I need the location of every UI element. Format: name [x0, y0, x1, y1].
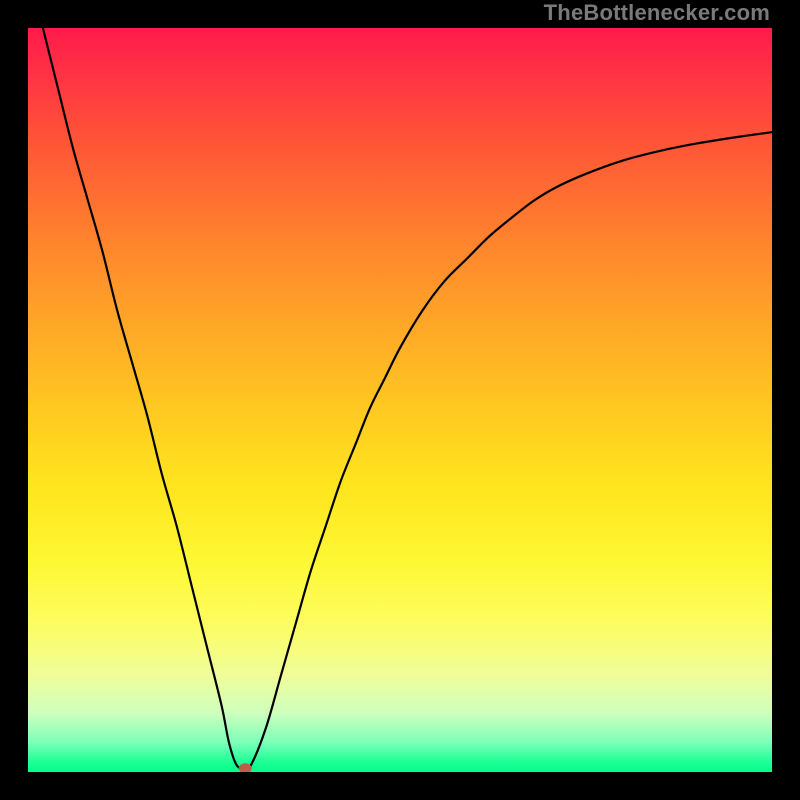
plot-area [28, 28, 772, 772]
curve-svg [28, 28, 772, 772]
minimum-marker [239, 763, 252, 772]
bottleneck-curve [43, 28, 772, 769]
watermark-text: TheBottlenecker.com [544, 0, 770, 26]
chart-frame: TheBottlenecker.com [0, 0, 800, 800]
